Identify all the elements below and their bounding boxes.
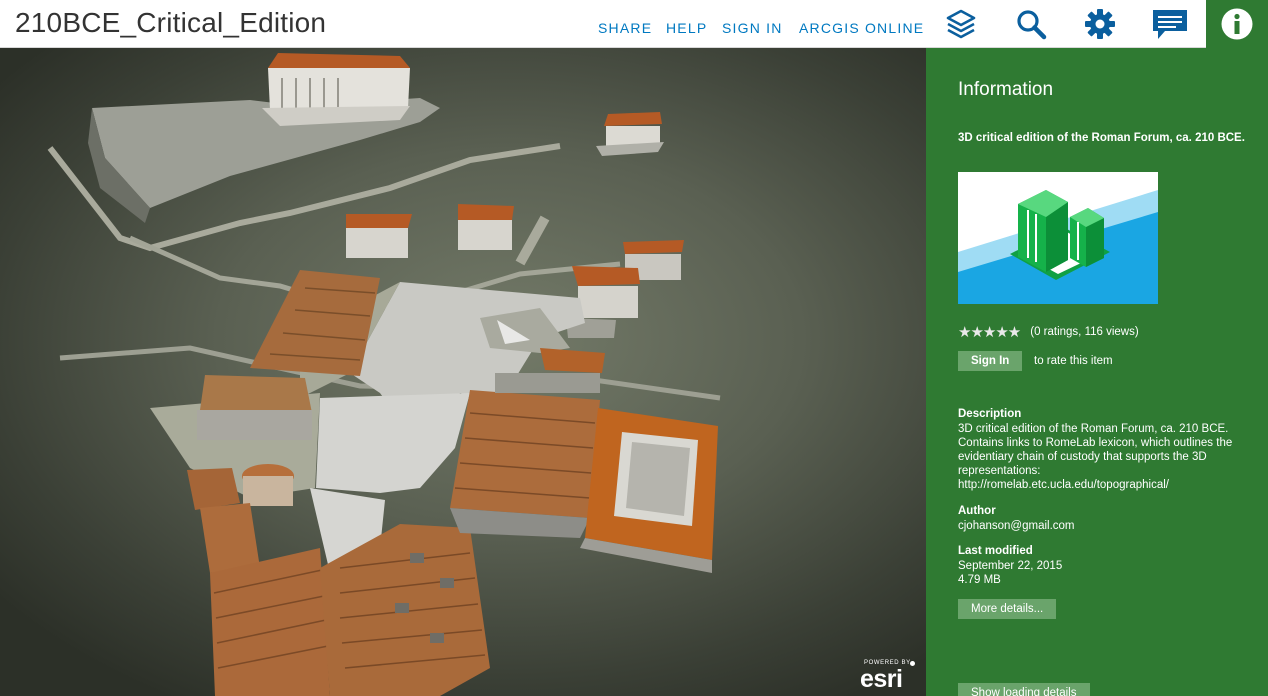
last-modified-label: Last modified: [958, 545, 1033, 557]
more-details-button[interactable]: More details...: [958, 599, 1057, 619]
last-modified-value: September 22, 2015: [958, 560, 1063, 572]
layers-icon: [946, 9, 976, 39]
app-header: 210BCE_Critical_Edition SHARE HELP SIGN …: [0, 0, 1268, 48]
info-panel: Information 3D critical edition of the R…: [926, 48, 1268, 696]
item-snippet: 3D critical edition of the Roman Forum, …: [958, 132, 1245, 144]
esri-wordmark: esri: [860, 665, 903, 693]
rating-row: ★★★★★ (0 ratings, 116 views): [958, 323, 1139, 341]
rating-stars[interactable]: ★★★★★: [958, 323, 1021, 341]
author-label: Author: [958, 505, 996, 517]
search-icon: [1017, 10, 1047, 40]
scene-view[interactable]: POWERED BY esri: [0, 48, 926, 696]
esri-logo[interactable]: POWERED BY esri: [858, 660, 920, 694]
app-title: 210BCE_Critical_Edition: [15, 7, 327, 38]
gear-icon: [1085, 9, 1115, 39]
sign-in-button[interactable]: Sign In: [958, 351, 1023, 371]
comments-button[interactable]: [1139, 0, 1201, 48]
rate-item-text: to rate this item: [1034, 355, 1113, 367]
info-button[interactable]: [1206, 0, 1268, 48]
description-text: 3D critical edition of the Roman Forum, …: [958, 423, 1233, 491]
author-value: cjohanson@gmail.com: [958, 520, 1075, 532]
help-link[interactable]: HELP: [666, 20, 707, 36]
rating-stats: (0 ratings, 116 views): [1030, 326, 1139, 338]
city-thumbnail-icon: [958, 172, 1158, 304]
panel-heading: Information: [958, 79, 1054, 100]
comment-icon: [1153, 10, 1187, 39]
item-thumbnail: [958, 172, 1158, 304]
search-button[interactable]: [1000, 0, 1062, 48]
file-size-value: 4.79 MB: [958, 574, 1001, 586]
esri-logo-dot: [910, 661, 915, 666]
info-icon: [1221, 8, 1253, 40]
description-label: Description: [958, 408, 1022, 420]
layers-button[interactable]: [930, 0, 992, 48]
sign-in-link[interactable]: SIGN IN: [722, 20, 783, 36]
show-loading-details-button[interactable]: Show loading details: [958, 683, 1090, 696]
share-link[interactable]: SHARE: [598, 20, 652, 36]
arcgis-online-link[interactable]: ARCGIS ONLINE: [799, 20, 924, 36]
settings-button[interactable]: [1069, 0, 1131, 48]
forum-3d-model: [47, 53, 721, 696]
